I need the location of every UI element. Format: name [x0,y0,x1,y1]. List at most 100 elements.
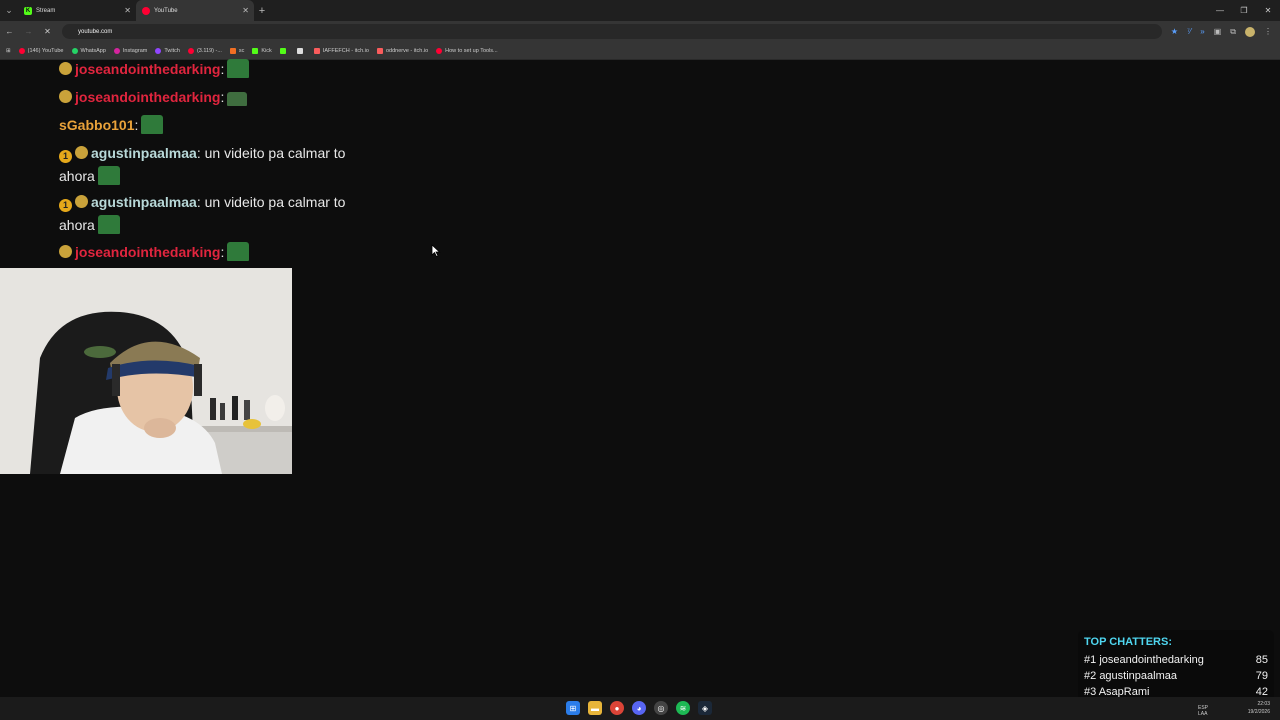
chat-colon: : [220,61,225,77]
taskbar: ⊞ ▬ ● ◕ ◎ ≋ ◈ ESP LAA 22:03 19/2/2026 [0,697,1280,720]
chat-colon: : [220,244,225,260]
bookmark-sc[interactable]: sc [229,47,244,54]
stop-loading-button[interactable]: ✕ [38,27,57,36]
top-chatter-rank: #2 [1084,670,1097,682]
top-chatter-count: 85 [1255,654,1268,666]
top-chatter-count: 79 [1255,670,1268,682]
badge-icon [75,195,88,208]
kick-icon [252,47,259,54]
discord-icon[interactable]: ◕ [632,701,646,715]
chat-colon: : [220,89,225,105]
bookmark-kick[interactable]: Kick [252,47,272,54]
spotify-icon[interactable]: ≋ [676,701,690,715]
mouse-cursor-icon [431,244,441,258]
whatsapp-icon [71,47,78,54]
tab-label: YouTube [154,7,178,14]
address-bar-row: ← → ✕ youtube.com ★ ⁷⁄ » ▣ ⧉ ⋮ [0,21,1280,42]
tab-label: Stream [36,7,56,14]
bookmark-twitch[interactable]: Twitch [155,47,180,54]
tab-stream[interactable]: K Stream ✕ [18,0,136,21]
bookmark-label: (3.119) -... [196,47,222,54]
bookmark-label: IAFFEFCH - itch.io [322,47,369,54]
chat-message: joseandointhedarking: [59,58,359,81]
apps-grid-icon[interactable]: ⊞ [6,48,11,54]
chat-username: sGabbo101 [59,117,135,133]
bookmark-label: How to set up Tools... [445,47,498,54]
youtube-icon [436,47,443,54]
toolbar-right: ★ ⁷⁄ » ▣ ⧉ ⋮ [1171,21,1272,42]
bookmark-instagram[interactable]: Instagram [113,47,148,54]
taskbar-apps: ⊞ ▬ ● ◕ ◎ ≋ ◈ [566,701,712,715]
menu-dots-icon[interactable]: ⋮ [1264,27,1272,36]
bookmark-v[interactable] [296,47,306,54]
bookmark-tools[interactable]: How to set up Tools... [436,47,498,54]
chat-message: sGabbo101: [59,114,359,137]
start-windows-icon[interactable]: ⊞ [566,701,580,715]
file-explorer-icon[interactable]: ▬ [588,701,602,715]
sub-badge-icon: 1 [59,199,72,212]
itch-icon [376,47,383,54]
chat-text: un videito pa calmar to [204,145,346,161]
chat-username: joseandointhedarking [75,244,221,260]
top-chatter-row: #2 agustinpaalmaa 79 [1084,668,1268,684]
new-tab-button[interactable]: + [254,5,270,17]
bookmark-label: Kick [261,47,272,54]
url-input[interactable]: youtube.com [62,24,1162,39]
close-tab-icon[interactable]: ✕ [124,6,131,15]
chat-username: agustinpaalmaa [91,145,197,161]
kick-icon: K [24,6,32,15]
minimize-button[interactable]: — [1208,0,1232,21]
back-button[interactable]: ← [0,27,19,36]
steam-icon[interactable]: ◈ [698,701,712,715]
badge-icon [59,62,72,75]
bookmark-youtube[interactable]: (146) YouTube [18,47,64,54]
window-controls: — ❐ ✕ [1208,0,1280,21]
bookmark-star-icon[interactable]: ★ [1171,27,1178,36]
close-tab-icon[interactable]: ✕ [242,6,249,15]
forward-button[interactable]: → [19,27,38,36]
youtube-icon [18,47,25,54]
tab-youtube[interactable]: YouTube ✕ [136,0,254,21]
sc-icon [229,47,236,54]
bookmark-youtube-2[interactable]: (3.119) -... [187,47,222,54]
sub-badge-icon: 1 [59,150,72,163]
language-indicator[interactable]: ESP LAA [1198,705,1208,717]
chat-text-continued: ahora [59,168,95,184]
top-chatter-row: #1 joseandointhedarking 85 [1084,652,1268,668]
bookmark-itch-1[interactable]: IAFFEFCH - itch.io [313,47,369,54]
chat-text-continued: ahora [59,217,95,233]
top-chatter-entry: #2 agustinpaalmaa [1084,668,1177,684]
v-icon [296,47,303,54]
extension-icon[interactable]: ⁷⁄ [1187,27,1191,36]
pepe-emote-icon [227,92,248,106]
chat-username: joseandointhedarking [75,61,221,77]
system-clock[interactable]: 22:03 19/2/2026 [1248,700,1270,716]
bookmark-kick-2[interactable] [279,47,289,54]
chat-message: 1 agustinpaalmaa: un videito pa calmar to… [59,145,346,185]
bookmark-whatsapp[interactable]: WhatsApp [71,47,106,54]
extension-icon[interactable]: » [1200,27,1204,36]
bookmark-label: oddnerve - itch.io [385,47,429,54]
kick-icon [279,47,286,54]
extensions-puzzle-icon[interactable]: ⧉ [1230,27,1236,37]
screen: ⌄ K Stream ✕ YouTube ✕ + — ❐ ✕ ← → ✕ you… [0,0,1280,720]
webcam-image [0,268,292,474]
tab-search-icon[interactable]: ⌄ [0,0,18,21]
top-chatters-title: TOP CHATTERS: [1084,636,1173,648]
restore-button[interactable]: ❐ [1232,0,1256,21]
top-chatter-entry: #1 joseandointhedarking [1084,652,1204,668]
badge-icon [75,146,88,159]
obs-icon[interactable]: ◎ [654,701,668,715]
bookmark-itch-2[interactable]: oddnerve - itch.io [376,47,429,54]
pepe-emote-icon [97,166,120,185]
twitch-icon [155,47,162,54]
bookmark-label: Instagram [122,47,148,54]
top-chatter-name: agustinpaalmaa [1099,670,1177,682]
close-window-button[interactable]: ✕ [1256,0,1280,21]
profile-avatar[interactable] [1245,26,1255,37]
language-code: LAA [1197,711,1208,717]
chrome-icon[interactable]: ● [610,701,624,715]
media-icon[interactable]: ▣ [1214,27,1222,36]
instagram-icon [113,47,120,54]
pepe-emote-icon [227,242,250,261]
